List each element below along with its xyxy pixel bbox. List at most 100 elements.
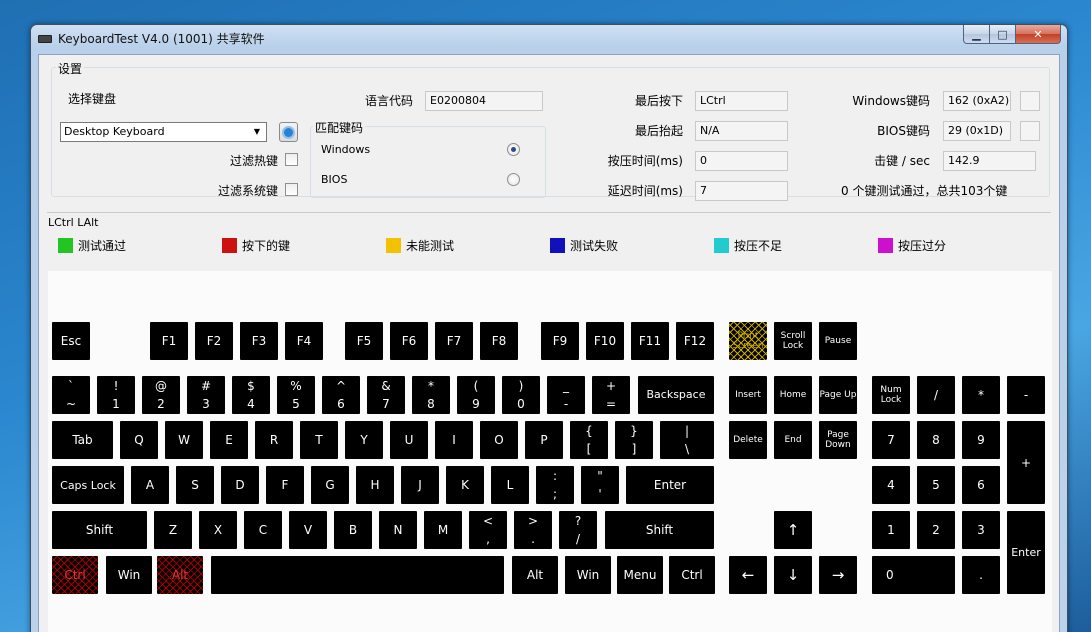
- key-left-bracket[interactable]: {[: [570, 421, 608, 459]
- maximize-button[interactable]: □: [990, 25, 1016, 44]
- key-grave[interactable]: ` ~: [52, 376, 90, 414]
- key-numpad-6[interactable]: 6: [962, 466, 1000, 504]
- key-f2[interactable]: F2: [195, 322, 233, 360]
- key-4[interactable]: $4: [232, 376, 270, 414]
- key-print-screen[interactable]: Print Screen: [729, 322, 767, 360]
- key-o[interactable]: O: [480, 421, 518, 459]
- key-g[interactable]: G: [311, 466, 349, 504]
- key-slash[interactable]: ? /: [559, 511, 597, 549]
- key-insert[interactable]: Insert: [729, 376, 767, 414]
- key-arrow-up[interactable]: ↑: [774, 511, 812, 549]
- key-j[interactable]: J: [401, 466, 439, 504]
- key-6[interactable]: ^ 6: [322, 376, 360, 414]
- key-right-win[interactable]: Win: [565, 556, 611, 594]
- key-0[interactable]: ) 0: [502, 376, 540, 414]
- key-f7[interactable]: F7: [435, 322, 473, 360]
- key-c[interactable]: C: [244, 511, 282, 549]
- key-3[interactable]: #3: [187, 376, 225, 414]
- key-page-down[interactable]: Page Down: [819, 421, 857, 459]
- key-left-shift[interactable]: Shift: [52, 511, 147, 549]
- key-backspace[interactable]: Backspace: [638, 376, 714, 414]
- key-numpad-7[interactable]: 7: [872, 421, 910, 459]
- key-left-win[interactable]: Win: [106, 556, 152, 594]
- key-u[interactable]: U: [390, 421, 428, 459]
- key-1[interactable]: ! 1: [97, 376, 135, 414]
- key-z[interactable]: Z: [154, 511, 192, 549]
- match-windows-radio[interactable]: [507, 143, 520, 156]
- key-k[interactable]: K: [446, 466, 484, 504]
- close-button[interactable]: ✕: [1016, 25, 1061, 44]
- key-8[interactable]: * 8: [412, 376, 450, 414]
- key-numpad-0[interactable]: 0: [872, 556, 955, 594]
- keyboard-select[interactable]: Desktop Keyboard ▼: [60, 122, 267, 142]
- match-bios-radio[interactable]: [507, 173, 520, 186]
- key-left-alt[interactable]: Alt: [157, 556, 203, 594]
- key-numpad-8[interactable]: 8: [917, 421, 955, 459]
- key-quote[interactable]: " ': [581, 466, 619, 504]
- key-space[interactable]: [211, 556, 504, 594]
- key-num-lock[interactable]: Num Lock: [872, 376, 910, 414]
- key-home[interactable]: Home: [774, 376, 812, 414]
- key-f1[interactable]: F1: [150, 322, 188, 360]
- key-f10[interactable]: F10: [586, 322, 624, 360]
- key-comma[interactable]: <,: [469, 511, 507, 549]
- key-arrow-down[interactable]: ↓: [774, 556, 812, 594]
- key-esc[interactable]: Esc: [52, 322, 90, 360]
- key-enter[interactable]: Enter: [626, 466, 714, 504]
- key-numpad-decimal[interactable]: .: [962, 556, 1000, 594]
- key-numpad-2[interactable]: 2: [917, 511, 955, 549]
- key-y[interactable]: Y: [345, 421, 383, 459]
- key-a[interactable]: A: [131, 466, 169, 504]
- key-backslash[interactable]: | \: [660, 421, 714, 459]
- key-delete[interactable]: Delete: [729, 421, 767, 459]
- title-bar[interactable]: KeyboardTest V4.0 (1001) 共享软件 ▁ □ ✕: [31, 25, 1067, 52]
- filter-system-keys-checkbox[interactable]: [285, 183, 298, 196]
- key-caps-lock[interactable]: Caps Lock: [52, 466, 124, 504]
- key-f11[interactable]: F11: [631, 322, 669, 360]
- key-h[interactable]: H: [356, 466, 394, 504]
- key-m[interactable]: M: [424, 511, 462, 549]
- key-equal[interactable]: + =: [592, 376, 630, 414]
- key-end[interactable]: End: [774, 421, 812, 459]
- key-minus[interactable]: _ -: [547, 376, 585, 414]
- key-f9[interactable]: F9: [541, 322, 579, 360]
- key-numpad-5[interactable]: 5: [917, 466, 955, 504]
- key-d[interactable]: D: [221, 466, 259, 504]
- key-numpad-subtract[interactable]: -: [1007, 376, 1045, 414]
- key-v[interactable]: V: [289, 511, 327, 549]
- key-numpad-9[interactable]: 9: [962, 421, 1000, 459]
- key-p[interactable]: P: [525, 421, 563, 459]
- key-b[interactable]: B: [334, 511, 372, 549]
- key-numpad-4[interactable]: 4: [872, 466, 910, 504]
- key-2[interactable]: @2: [142, 376, 180, 414]
- key-numpad-add[interactable]: +: [1007, 421, 1045, 504]
- key-i[interactable]: I: [435, 421, 473, 459]
- key-numpad-1[interactable]: 1: [872, 511, 910, 549]
- key-left-ctrl[interactable]: Ctrl: [52, 556, 98, 594]
- key-numpad-multiply[interactable]: *: [962, 376, 1000, 414]
- key-n[interactable]: N: [379, 511, 417, 549]
- key-w[interactable]: W: [165, 421, 203, 459]
- key-right-ctrl[interactable]: Ctrl: [669, 556, 715, 594]
- key-q[interactable]: Q: [120, 421, 158, 459]
- key-f6[interactable]: F6: [390, 322, 428, 360]
- key-arrow-left[interactable]: ←: [729, 556, 767, 594]
- key-scroll-lock[interactable]: Scroll Lock: [774, 322, 812, 360]
- key-t[interactable]: T: [300, 421, 338, 459]
- key-numpad-divide[interactable]: /: [917, 376, 955, 414]
- key-f4[interactable]: F4: [285, 322, 323, 360]
- key-l[interactable]: L: [491, 466, 529, 504]
- key-f3[interactable]: F3: [240, 322, 278, 360]
- key-menu[interactable]: Menu: [617, 556, 663, 594]
- key-pause[interactable]: Pause: [819, 322, 857, 360]
- key-5[interactable]: % 5: [277, 376, 315, 414]
- key-r[interactable]: R: [255, 421, 293, 459]
- minimize-button[interactable]: ▁: [963, 25, 990, 44]
- key-f12[interactable]: F12: [676, 322, 714, 360]
- key-semicolon[interactable]: :;: [536, 466, 574, 504]
- key-x[interactable]: X: [199, 511, 237, 549]
- key-tab[interactable]: Tab: [52, 421, 113, 459]
- key-right-alt[interactable]: Alt: [512, 556, 558, 594]
- key-s[interactable]: S: [176, 466, 214, 504]
- key-right-bracket[interactable]: }]: [615, 421, 653, 459]
